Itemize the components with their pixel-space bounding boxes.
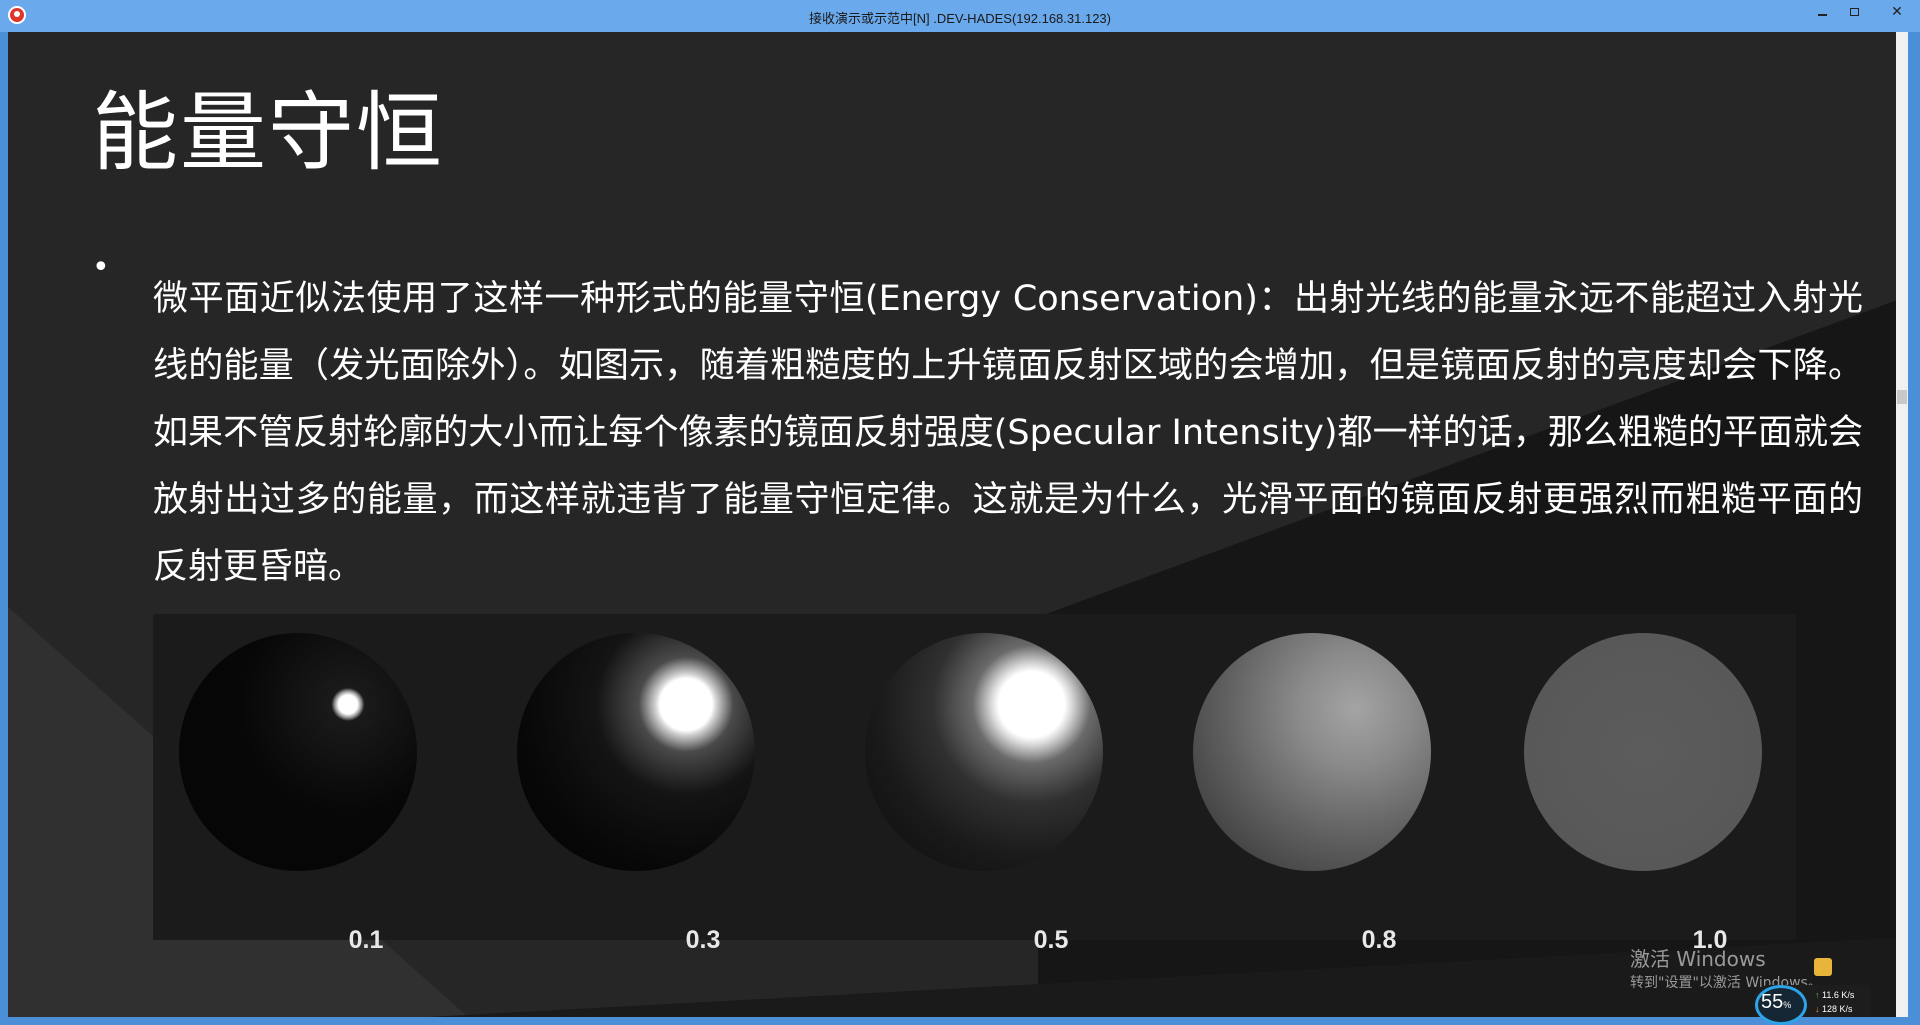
sphere-label: 0.3 — [685, 926, 721, 954]
bullet-point: • — [92, 250, 110, 285]
close-button[interactable]: ✕ — [1878, 0, 1916, 24]
sphere-roughness-0.1 — [179, 633, 417, 871]
roughness-spheres-figure: 0.1 0.3 0.5 0.8 1.0 — [153, 614, 1796, 954]
minimize-icon — [1817, 14, 1827, 16]
sphere-label: 0.8 — [1361, 926, 1397, 954]
slide-title: 能量守恒 — [92, 83, 444, 183]
vip-badge-icon — [1814, 958, 1832, 976]
upload-speed: ↑ 11.6 K/s — [1815, 990, 1855, 1000]
sphere-roughness-0.3 — [517, 633, 755, 871]
download-speed: ↓ 128 K/s — [1815, 1004, 1853, 1014]
vertical-scrollbar[interactable] — [1896, 32, 1908, 1017]
presentation-slide: 能量守恒 • 微平面近似法使用了这样一种形式的能量守恒(Energy Conse… — [8, 32, 1908, 1017]
sphere-roughness-1.0 — [1524, 633, 1762, 871]
usage-percent: 55% — [1761, 991, 1792, 1013]
close-icon: ✕ — [1891, 4, 1903, 20]
sphere-roughness-0.5 — [865, 633, 1103, 871]
download-arrow-icon: ↓ — [1815, 1004, 1820, 1014]
minimize-button[interactable] — [1808, 0, 1836, 24]
sphere-label: 0.1 — [348, 926, 384, 954]
sphere-roughness-0.8 — [1193, 633, 1431, 871]
sphere-label: 0.5 — [1033, 926, 1069, 954]
maximize-button[interactable] — [1840, 0, 1868, 24]
slide-body-text: 微平面近似法使用了这样一种形式的能量守恒(Energy Conservation… — [153, 279, 1863, 587]
title-bar: 接收演示或示范中[N] .DEV-HADES(192.168.31.123) ✕ — [0, 0, 1920, 32]
window-title: 接收演示或示范中[N] .DEV-HADES(192.168.31.123) — [809, 11, 1111, 26]
scrollbar-thumb[interactable] — [1897, 390, 1907, 404]
network-monitor-widget[interactable]: 55% ↑ 11.6 K/s ↓ 128 K/s — [1753, 985, 1871, 1025]
maximize-icon — [1849, 8, 1859, 16]
activation-watermark-title: 激活 Windows — [1630, 947, 1766, 971]
upload-arrow-icon: ↑ — [1815, 990, 1820, 1000]
